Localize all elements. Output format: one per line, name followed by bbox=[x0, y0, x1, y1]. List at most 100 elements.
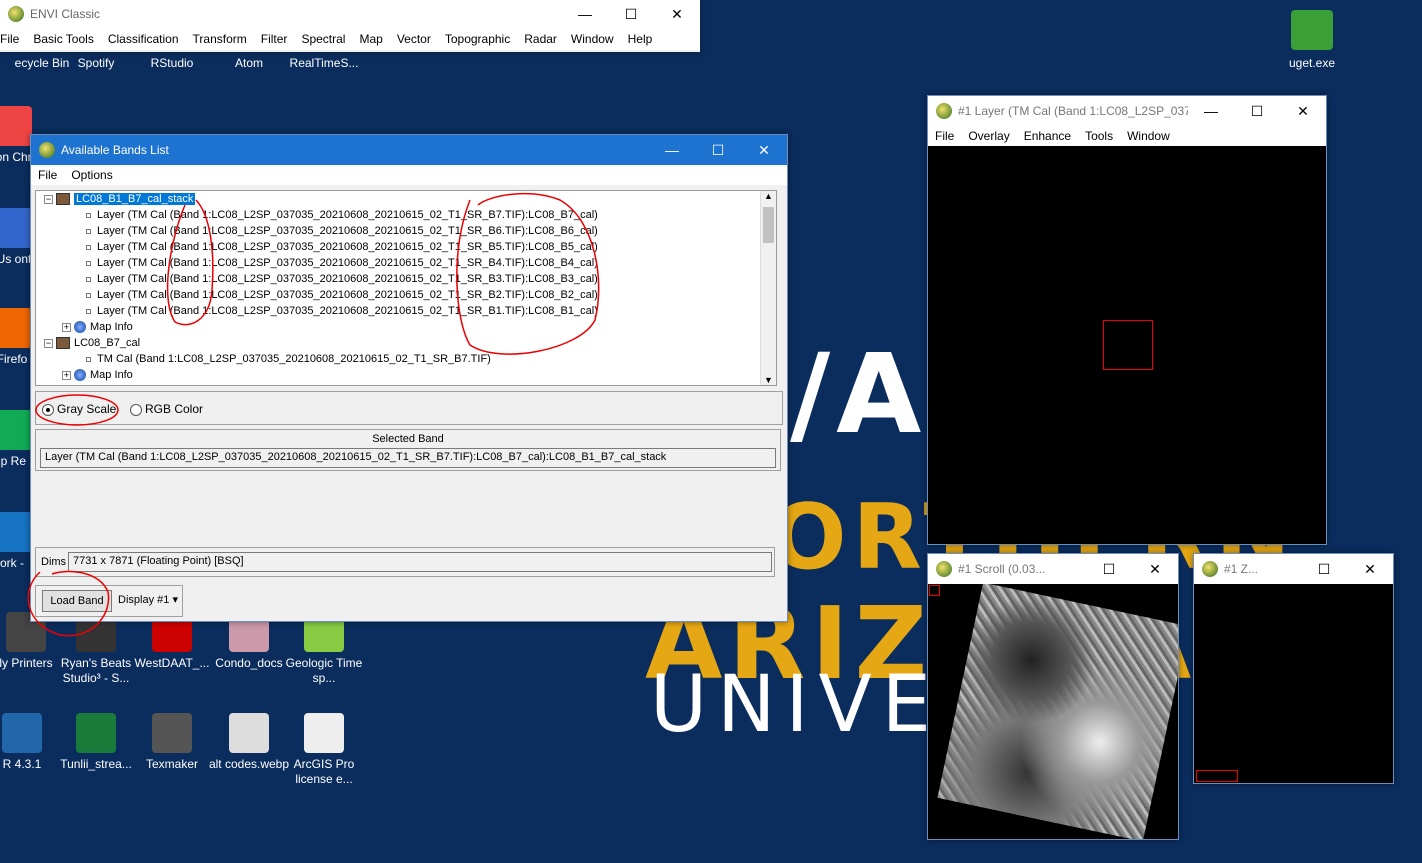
display-select-label: Display #1 bbox=[118, 594, 170, 606]
minimize-button[interactable]: — bbox=[562, 0, 608, 29]
close-button[interactable]: ✕ bbox=[741, 135, 787, 165]
maximize-button[interactable]: ☐ bbox=[1234, 96, 1280, 126]
layer-row[interactable]: Layer (TM Cal (Band 1:LC08_L2SP_037035_2… bbox=[36, 223, 776, 239]
scroll-image-area[interactable] bbox=[928, 584, 1178, 839]
band-bullet-icon bbox=[86, 276, 91, 282]
band-item[interactable]: TM Cal (Band 1:LC08_L2SP_037035_20210608… bbox=[97, 353, 491, 365]
envi-menu-item[interactable]: Filter bbox=[254, 32, 295, 46]
image-display-area[interactable] bbox=[928, 146, 1326, 544]
display-select[interactable]: Display #1 ▾ bbox=[116, 590, 180, 612]
map-info-item[interactable]: Map Info bbox=[90, 321, 133, 333]
scroll-window: #1 Scroll (0.03... ☐ ✕ bbox=[927, 553, 1179, 840]
close-button[interactable]: ✕ bbox=[1280, 96, 1326, 126]
selected-band-field: Layer (TM Cal (Band 1:LC08_L2SP_037035_2… bbox=[40, 448, 776, 468]
desktop-icon-label: WestDAAT_... bbox=[134, 656, 210, 670]
layer-row[interactable]: Layer (TM Cal (Band 1:LC08_L2SP_037035_2… bbox=[36, 287, 776, 303]
envi-menu-item[interactable]: Radar bbox=[517, 32, 564, 46]
band-bullet-icon bbox=[86, 212, 91, 218]
desktop-icon[interactable]: RealTimeS... bbox=[282, 56, 366, 71]
gray-scale-option[interactable]: Gray Scale bbox=[42, 402, 116, 416]
desktop-icon[interactable]: Texmaker bbox=[130, 713, 214, 772]
app-icon bbox=[0, 106, 32, 146]
layer-row[interactable]: Layer (TM Cal (Band 1:LC08_L2SP_037035_2… bbox=[36, 239, 776, 255]
collapse-icon[interactable]: − bbox=[44, 194, 53, 204]
maximize-button[interactable]: ☐ bbox=[695, 135, 741, 165]
wallpaper-line-3: UNIVE bbox=[650, 660, 942, 750]
desktop-icon[interactable]: Spotify bbox=[54, 56, 138, 71]
stack-file-icon bbox=[56, 193, 70, 206]
minimize-button[interactable]: — bbox=[649, 135, 695, 165]
window-title: ENVI Classic bbox=[30, 7, 101, 21]
zoom-box[interactable] bbox=[1103, 320, 1153, 370]
maximize-button[interactable]: ☐ bbox=[1086, 554, 1132, 584]
tree-root-stack[interactable]: LC08_B1_B7_cal_stack bbox=[74, 193, 196, 205]
envi-menu-item[interactable]: Spectral bbox=[294, 32, 352, 46]
scroll-box[interactable] bbox=[929, 585, 940, 596]
layer-menu-item[interactable]: Window bbox=[1120, 129, 1177, 143]
envi-menu-item[interactable]: Map bbox=[352, 32, 389, 46]
rgb-color-option[interactable]: RGB Color bbox=[130, 402, 203, 416]
layer-menu-item[interactable]: Overlay bbox=[961, 129, 1016, 143]
expand-icon[interactable]: + bbox=[62, 322, 71, 332]
layer-label: Layer (TM Cal (Band 1:LC08_L2SP_037035_2… bbox=[97, 225, 598, 237]
layer-label: Layer (TM Cal (Band 1:LC08_L2SP_037035_2… bbox=[97, 241, 598, 253]
dims-field: 7731 x 7871 (Floating Point) [BSQ] bbox=[68, 552, 772, 572]
desktop-icon-label: Spotify bbox=[77, 56, 115, 70]
envi-menu-item[interactable]: Help bbox=[621, 32, 660, 46]
desktop-icon[interactable]: Geologic Time sp... bbox=[282, 612, 366, 686]
scroll-thumb[interactable] bbox=[763, 207, 774, 243]
desktop-icon[interactable]: RStudio bbox=[130, 56, 214, 71]
layer-row[interactable]: Layer (TM Cal (Band 1:LC08_L2SP_037035_2… bbox=[36, 207, 776, 223]
zoom-image-area[interactable] bbox=[1194, 584, 1393, 783]
close-button[interactable]: ✕ bbox=[1347, 554, 1393, 584]
envi-menu-item[interactable]: Vector bbox=[390, 32, 438, 46]
envi-menu-item[interactable]: Transform bbox=[186, 32, 254, 46]
layer-row[interactable]: Layer (TM Cal (Band 1:LC08_L2SP_037035_2… bbox=[36, 303, 776, 319]
desktop-icon[interactable]: uget.exe bbox=[1270, 56, 1354, 71]
layer-menu-item[interactable]: Tools bbox=[1078, 129, 1120, 143]
layer-menu-item[interactable]: File bbox=[928, 129, 961, 143]
layer-menu-item[interactable]: Enhance bbox=[1017, 129, 1078, 143]
envi-logo-icon bbox=[1202, 561, 1218, 577]
desktop-icon[interactable]: Atom bbox=[207, 56, 291, 71]
bands-tree[interactable]: − LC08_B1_B7_cal_stack Layer (TM Cal (Ban… bbox=[35, 190, 777, 386]
desktop-icon[interactable]: ArcGIS Pro license e... bbox=[282, 713, 366, 787]
window-title: #1 Scroll (0.03... bbox=[958, 562, 1046, 576]
layer-label: Layer (TM Cal (Band 1:LC08_L2SP_037035_2… bbox=[97, 273, 598, 285]
envi-menu-item[interactable]: Classification bbox=[101, 32, 186, 46]
desktop-icon[interactable]: Ryan's Beats Studio³ - S... bbox=[54, 612, 138, 686]
radio-unchecked-icon[interactable] bbox=[130, 403, 142, 416]
band-bullet-icon bbox=[86, 356, 91, 362]
menu-options[interactable]: Options bbox=[64, 168, 119, 182]
desktop-icon-label: Texmaker bbox=[145, 757, 198, 771]
rgb-color-label: RGB Color bbox=[145, 402, 204, 416]
window-title: #1 Z... bbox=[1224, 562, 1259, 576]
layer-row[interactable]: Layer (TM Cal (Band 1:LC08_L2SP_037035_2… bbox=[36, 271, 776, 287]
menu-file[interactable]: File bbox=[31, 168, 64, 182]
radio-checked-icon[interactable] bbox=[42, 403, 54, 416]
app-icon bbox=[76, 713, 116, 753]
tree-scrollbar[interactable]: ▲ ▼ bbox=[760, 191, 776, 385]
scroll-down-icon[interactable]: ▼ bbox=[761, 375, 776, 385]
maximize-button[interactable]: ☐ bbox=[608, 0, 654, 29]
envi-menu-item[interactable]: Topographic bbox=[438, 32, 517, 46]
zoom-controls-icon[interactable] bbox=[1196, 770, 1238, 782]
close-button[interactable]: ✕ bbox=[1132, 554, 1178, 584]
minimize-button[interactable]: — bbox=[1188, 96, 1234, 126]
desktop-icon[interactable]: alt codes.webp bbox=[207, 713, 291, 772]
envi-menu-item[interactable]: Window bbox=[564, 32, 621, 46]
available-bands-window: Available Bands List — ☐ ✕ File Options … bbox=[30, 134, 788, 622]
map-info-item[interactable]: Map Info bbox=[90, 369, 133, 381]
scroll-up-icon[interactable]: ▲ bbox=[761, 191, 776, 205]
load-band-button[interactable]: Load Band bbox=[42, 590, 112, 612]
expand-icon[interactable]: + bbox=[62, 370, 71, 380]
close-button[interactable]: ✕ bbox=[654, 0, 700, 29]
desktop-icon[interactable]: Tunlii_strea... bbox=[54, 713, 138, 772]
maximize-button[interactable]: ☐ bbox=[1301, 554, 1347, 584]
envi-menu-item[interactable]: File bbox=[0, 32, 26, 46]
layer-row[interactable]: Layer (TM Cal (Band 1:LC08_L2SP_037035_2… bbox=[36, 255, 776, 271]
dims-group: Dims 7731 x 7871 (Floating Point) [BSQ] bbox=[35, 547, 775, 577]
envi-menu-item[interactable]: Basic Tools bbox=[26, 32, 100, 46]
tree-root-b7[interactable]: LC08_B7_cal bbox=[74, 337, 140, 349]
collapse-icon[interactable]: − bbox=[44, 338, 53, 348]
